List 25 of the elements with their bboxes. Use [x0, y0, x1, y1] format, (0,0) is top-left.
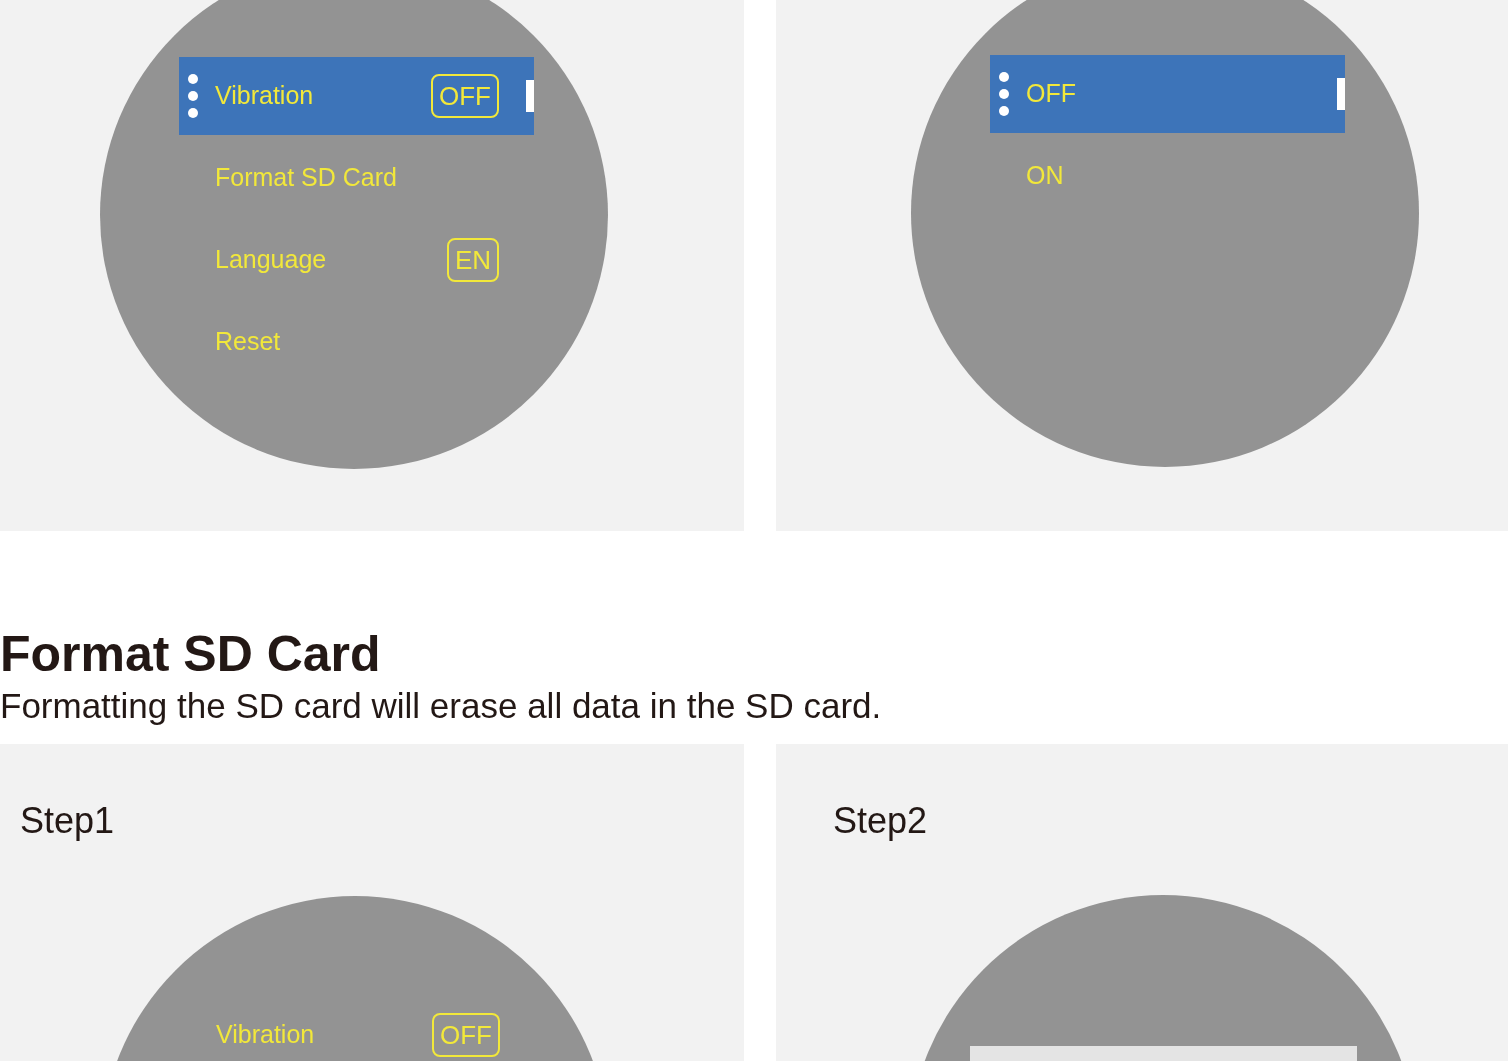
menu-row[interactable]: Language EN: [179, 221, 534, 299]
menu-label: OFF: [1026, 78, 1077, 110]
menu-label: ON: [1026, 160, 1065, 192]
step-label: Step1: [20, 799, 115, 843]
menu-label: Vibration: [216, 1019, 316, 1051]
selected-menu-row[interactable]: Vibration OFF: [179, 57, 534, 135]
section-title: Format SD Card: [0, 625, 382, 684]
value-badge: EN: [446, 238, 499, 282]
dots-icon: [187, 74, 199, 118]
menu-row[interactable]: ON: [990, 137, 1345, 215]
menu-label: Format SD Card: [215, 162, 398, 194]
scroll-indicator: [526, 80, 534, 112]
menu-label: Language: [215, 244, 328, 276]
selected-menu-row[interactable]: OFF: [990, 55, 1345, 133]
menu-label: Vibration: [215, 80, 315, 112]
menu-row[interactable]: Reset: [179, 303, 534, 381]
step-label: Step2: [833, 799, 928, 843]
menu-row[interactable]: Format SD Card: [179, 139, 534, 217]
dots-icon: [998, 72, 1010, 116]
section-description: Formatting the SD card will erase all data in the SD card.: [0, 685, 883, 727]
value-badge: OFF: [432, 1013, 500, 1057]
scroll-indicator: [1337, 78, 1345, 110]
menu-row[interactable]: Vibration OFF: [180, 996, 535, 1061]
menu-label: Reset: [215, 326, 282, 358]
value-badge: OFF: [431, 74, 499, 118]
